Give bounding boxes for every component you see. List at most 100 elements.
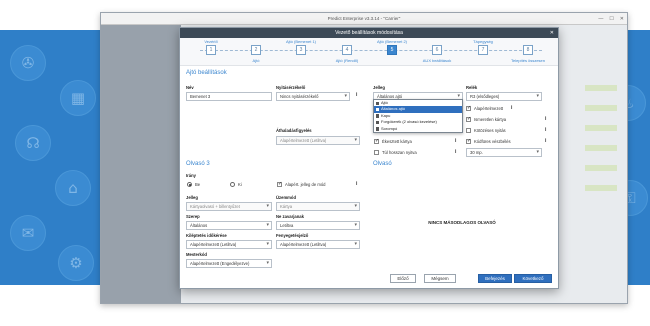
relay-label: Relék <box>466 85 478 90</box>
door-settings-title: Ajtó beállítások <box>186 70 227 76</box>
jelleg-dropdown-list: Ajtó Általános ajtó Kapu Forgókerék (2 o… <box>373 99 463 133</box>
role-select[interactable]: Általános <box>186 221 272 230</box>
list-row-highlight <box>585 105 617 111</box>
forced-open-checkbox[interactable] <box>466 128 471 133</box>
step-3[interactable]: 3 <box>296 45 306 55</box>
step-4[interactable]: 4 <box>342 45 352 55</box>
apply-type-label: Alapért. jelleg de mód <box>285 182 326 187</box>
reader-section-title: Olvasó 3 <box>186 161 210 167</box>
relay-select[interactable]: R3 (elsődleges) <box>466 92 542 101</box>
step-label-top: Ajtó (Bemenet 2) <box>376 39 408 44</box>
step-label-bottom: Ajtó (Rendő) <box>335 58 359 63</box>
direction-in-radio[interactable] <box>187 182 192 187</box>
step-7[interactable]: 7 <box>478 45 488 55</box>
step-8[interactable]: 8 <box>523 45 533 55</box>
apply-type-info-icon[interactable]: i <box>356 181 357 187</box>
switch-select[interactable]: Alapértelmezett (Letiltva) <box>276 136 360 145</box>
code-alarm-label: Kódfüres vészbélés <box>474 139 511 144</box>
list-row-highlight <box>585 125 617 131</box>
switch-label: Áthaladásfigyelés <box>276 128 312 133</box>
forced-open-info-icon[interactable]: i <box>545 127 546 133</box>
exit-select[interactable]: Alapértelmezett (Letiltva) <box>186 240 272 249</box>
unknown-card-info-icon[interactable]: i <box>545 116 546 122</box>
reader-label: Nyitásérzékelő <box>276 85 306 90</box>
camera-icon: ✇ <box>10 45 46 81</box>
headset-icon: ☊ <box>15 125 51 161</box>
led-select[interactable]: Alapértelmezett (Letiltva) <box>276 240 360 249</box>
home-icon: ⌂ <box>55 170 91 206</box>
list-row-highlight <box>585 165 617 171</box>
default-info-icon[interactable]: i <box>511 105 512 111</box>
step-label-bottom: Ajtó <box>252 58 260 63</box>
finish-button[interactable]: Befejezés <box>478 274 512 283</box>
jelleg-label: Jelleg <box>373 85 385 90</box>
list-row-highlight <box>585 85 617 91</box>
direction-in-label: Be <box>195 182 201 187</box>
mode-label: Üzemmód <box>276 195 297 200</box>
barrier-icon <box>375 127 379 131</box>
step-label-bottom: Telepítés összesen <box>510 58 546 63</box>
mode-select[interactable]: Kártya <box>276 202 360 211</box>
master-label: Mesterkód <box>186 252 207 257</box>
list-row-highlight <box>585 145 617 151</box>
no-secondary-reader-text: NINCS MÁSODLAGOS OLVASÓ <box>428 220 496 225</box>
unknown-card-checkbox[interactable] <box>466 117 471 122</box>
direction-out-radio[interactable] <box>230 182 235 187</box>
delay-checkbox[interactable] <box>374 139 379 144</box>
exit-label: Kiléptetés időkérése <box>186 233 227 238</box>
type-label: Jelleg <box>186 195 198 200</box>
step-6[interactable]: 6 <box>432 45 442 55</box>
step-label-top: Ajtó (Bemenet 1) <box>285 39 317 44</box>
unknown-card-label: Ismeretlen kártya <box>474 117 507 122</box>
reader-select[interactable]: Nincs nyitásérzékelő <box>276 92 350 101</box>
step-label-top: Tápegység <box>473 39 493 44</box>
jelleg-option[interactable]: Sorompó <box>374 126 462 132</box>
grid-icon: ▦ <box>60 80 96 116</box>
maximize-button[interactable]: ☐ <box>609 16 613 22</box>
list-row-highlight <box>585 185 617 191</box>
prev-button[interactable]: Előző <box>390 274 416 283</box>
not-used-label: Ne zavarjanak <box>276 214 304 219</box>
held-open-checkbox[interactable] <box>374 150 379 155</box>
name-label: Név <box>186 85 194 90</box>
type-select[interactable]: Kártyaolvasó + billentyűzet <box>186 202 272 211</box>
led-label: Fenyegetésjelző <box>276 233 309 238</box>
close-button[interactable]: ✕ <box>620 16 624 22</box>
name-input[interactable]: Bemenet 3 <box>186 92 272 101</box>
apply-type-checkbox[interactable] <box>277 182 282 187</box>
gear-icon: ⚙ <box>58 245 94 281</box>
app-sidebar <box>101 25 181 303</box>
turnstile-icon <box>375 120 379 125</box>
role-label: Szerep <box>186 214 200 219</box>
reader-info-icon[interactable]: i <box>356 92 357 98</box>
gate-icon <box>375 114 379 118</box>
master-select[interactable]: Alapértelmezett (Engedélyezve) <box>186 259 272 268</box>
code-alarm-info-icon[interactable]: i <box>545 138 546 144</box>
door-icon <box>375 107 379 112</box>
direction-out-label: Ki <box>238 182 242 187</box>
delay-info-icon[interactable]: i <box>455 138 456 144</box>
not-used-select[interactable]: Letiltva <box>276 221 360 230</box>
app-title: Predict Enterprise v3.3.14 - "Carrier" <box>327 16 401 21</box>
delay-select[interactable]: 30 mp. <box>466 148 542 157</box>
delay-label: Ékesztett kártya <box>382 139 412 144</box>
cancel-button[interactable]: Mégsem <box>424 274 456 283</box>
right-reader-title: Olvasó <box>373 161 392 167</box>
mail-icon: ✉ <box>10 215 46 251</box>
code-alarm-checkbox[interactable] <box>466 139 471 144</box>
next-button[interactable]: Következő <box>514 274 552 283</box>
modal-title-bar: Vezető beállítások módosítása ✕ <box>180 28 558 38</box>
modal-title: Vezető beállítások módosítása <box>335 30 403 36</box>
modal-close-icon[interactable]: ✕ <box>550 28 554 38</box>
door-icon <box>375 101 379 105</box>
direction-label: Irány <box>186 173 197 178</box>
held-open-info-icon[interactable]: i <box>455 149 456 155</box>
forced-open-label: Kötözéses nyitás <box>474 128 506 133</box>
step-5[interactable]: 5 <box>387 45 397 55</box>
minimize-button[interactable]: — <box>598 16 603 22</box>
step-label-bottom: AUX beállítások <box>422 58 452 63</box>
step-1[interactable]: 1 <box>206 45 216 55</box>
step-2[interactable]: 2 <box>251 45 261 55</box>
step-label-top: Vezérlő <box>204 39 218 44</box>
default-checkbox[interactable] <box>466 106 471 111</box>
